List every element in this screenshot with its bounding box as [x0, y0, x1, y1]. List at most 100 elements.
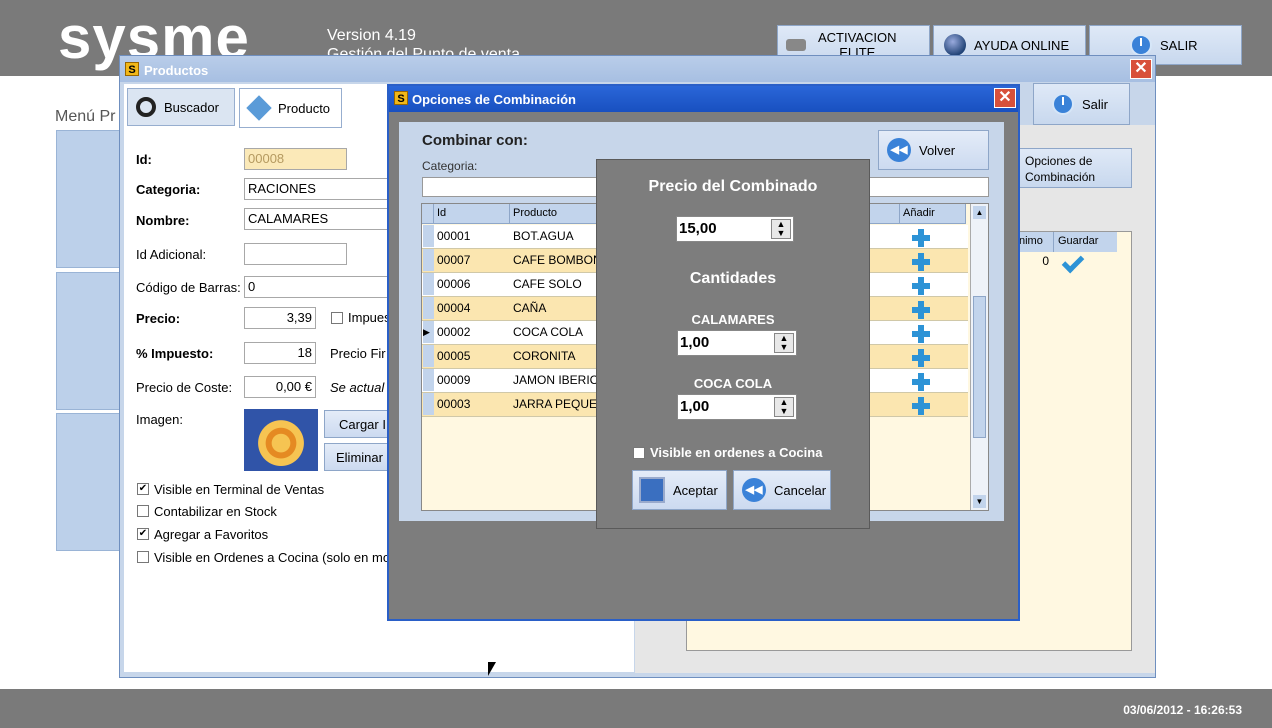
row-selector-icon [423, 297, 434, 319]
salir-button[interactable]: Salir [1033, 83, 1130, 125]
power-icon [1130, 34, 1152, 56]
coste-label: Precio de Coste: [136, 380, 233, 395]
opciones-title: Opciones de Combinación [412, 92, 576, 107]
tab-buscador[interactable]: Buscador [127, 88, 235, 126]
key-icon [786, 39, 806, 51]
rewind-icon: ◀◀ [887, 138, 911, 162]
add-icon[interactable] [912, 373, 930, 391]
visible-cocina-label: Visible en ordenes a Cocina [650, 445, 823, 460]
combinar-panel: Combinar con: Categoria: ◀◀ Volver Id Pr… [399, 122, 1004, 529]
row-producto: CAFE BOMBON [513, 253, 602, 267]
mouse-cursor-icon [488, 662, 496, 676]
nombre-label: Nombre: [136, 213, 190, 228]
row-selector-icon [423, 345, 434, 367]
row-producto: CAÑA [513, 301, 547, 315]
menu-block-2[interactable] [56, 272, 126, 410]
row-selector-icon [423, 249, 434, 271]
id-adicional-label: Id Adicional: [136, 247, 207, 262]
row-selector-icon [423, 369, 434, 391]
tab-buscador-label: Buscador [164, 99, 219, 115]
precio-combinado-input[interactable]: 15,00 ▲ ▼ [676, 216, 794, 242]
item2-quantity-input[interactable]: 1,00 ▲ ▼ [677, 394, 797, 420]
scroll-up-icon[interactable]: ▲ [973, 206, 986, 219]
check-favoritos[interactable]: ✔ [137, 528, 149, 540]
codigo-barras-field[interactable]: 0 [244, 276, 394, 298]
imagen-label: Imagen: [136, 412, 183, 427]
add-icon[interactable] [912, 253, 930, 271]
bottom-bar [0, 689, 1272, 728]
impuesto-checkbox-label: Impues [348, 310, 391, 325]
add-icon[interactable] [912, 397, 930, 415]
magnifier-icon [136, 97, 156, 117]
datetime-text: 03/06/2012 - 16:26:53 [1123, 703, 1242, 717]
cancelar-button[interactable]: ◀◀ Cancelar [733, 470, 831, 510]
pct-impuesto-field[interactable]: 18 [244, 342, 316, 364]
row-id: 00004 [437, 301, 471, 315]
id-adicional-field[interactable] [244, 243, 347, 265]
version-text: Version 4.19 [327, 27, 416, 44]
categoria-label: Categoria: [422, 159, 478, 173]
check-stock-label: Contabilizar en Stock [154, 504, 277, 519]
add-icon[interactable] [912, 325, 930, 343]
power-icon [1052, 93, 1074, 115]
aceptar-label: Aceptar [673, 482, 718, 498]
cargar-imagen-button[interactable]: Cargar I [324, 410, 394, 438]
item1-label: CALAMARES [691, 312, 775, 327]
right-grid-col-minimo: nimo [1017, 232, 1053, 252]
precio-field[interactable]: 3,39 [244, 307, 316, 329]
spinner-icon[interactable]: ▲ ▼ [771, 219, 791, 239]
check-icon[interactable] [1061, 250, 1085, 274]
close-icon[interactable]: ✕ [994, 88, 1016, 108]
menu-block-3[interactable] [56, 413, 126, 551]
visible-cocina-checkbox[interactable] [633, 447, 645, 459]
precio-final-label: Precio Fir [330, 346, 386, 361]
productos-title: Productos [144, 63, 209, 78]
add-icon[interactable] [912, 277, 930, 295]
eliminar-imagen-button[interactable]: Eliminar [324, 443, 394, 471]
volver-button[interactable]: ◀◀ Volver [878, 130, 989, 170]
check-cocina[interactable] [137, 551, 149, 563]
ayuda-online-label: AYUDA ONLINE [974, 37, 1070, 53]
check-visible-terminal[interactable]: ✔ [137, 483, 149, 495]
menu-block-1[interactable] [56, 130, 126, 268]
productos-titlebar[interactable]: S Productos ✕ [120, 56, 1155, 82]
cancelar-label: Cancelar [774, 482, 827, 498]
id-field[interactable]: 00008 [244, 148, 347, 170]
close-icon[interactable]: ✕ [1130, 59, 1152, 79]
opciones-titlebar[interactable]: S Opciones de Combinación ✕ [389, 86, 1018, 112]
spinner-icon[interactable]: ▲ ▼ [774, 333, 794, 353]
spinner-icon[interactable]: ▲ ▼ [774, 397, 794, 417]
check-visible-terminal-label: Visible en Terminal de Ventas [154, 482, 325, 497]
impuesto-checkbox[interactable] [331, 312, 343, 324]
coste-field[interactable]: 0,00 € [244, 376, 316, 398]
row-id: 00009 [437, 373, 471, 387]
add-icon[interactable] [912, 229, 930, 247]
tab-producto[interactable]: Producto [239, 88, 342, 128]
rewind-icon: ◀◀ [742, 478, 766, 502]
right-grid-col-guardar: Guardar [1053, 232, 1117, 252]
add-icon[interactable] [912, 349, 930, 367]
scroll-down-icon[interactable]: ▼ [973, 495, 986, 508]
opciones-combinacion-button[interactable]: Opciones de Combinación [1018, 148, 1132, 188]
volver-label: Volver [919, 142, 956, 158]
aceptar-button[interactable]: Aceptar [632, 470, 727, 510]
item2-label: COCA COLA [693, 376, 773, 391]
row-id: 00007 [437, 253, 471, 267]
grid-scrollbar[interactable]: ▲ ▼ [970, 204, 988, 510]
precio-combinado-panel: Precio del Combinado 15,00 ▲ ▼ Cantidades… [596, 159, 870, 529]
categoria-field[interactable]: RACIONES [244, 178, 394, 200]
row-producto: CAFE SOLO [513, 277, 582, 291]
add-icon[interactable] [912, 301, 930, 319]
check-stock[interactable] [137, 505, 149, 517]
row-id: 00003 [437, 397, 471, 411]
grid-header-selector [422, 204, 434, 224]
nombre-field[interactable]: CALAMARES [244, 208, 394, 230]
categoria-label: Categoria: [136, 182, 201, 197]
combinar-con-heading: Combinar con: [422, 132, 528, 149]
item1-quantity-input[interactable]: 1,00 ▲ ▼ [677, 330, 797, 356]
item2-value: 1,00 [680, 398, 710, 415]
row-selector-icon [423, 225, 434, 247]
salir-top-label: SALIR [1160, 37, 1198, 53]
scroll-thumb[interactable] [973, 296, 986, 438]
precio-combinado-value: 15,00 [679, 220, 717, 237]
